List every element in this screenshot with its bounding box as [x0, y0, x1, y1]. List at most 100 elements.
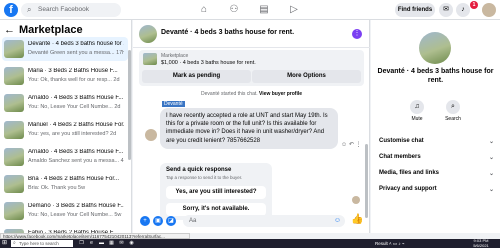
chat-title[interactable]: Devanté · 4 beds 3 baths house for rent. — [161, 29, 294, 36]
image-icon[interactable]: ▣ — [153, 216, 163, 226]
conversation-time: 5w — [78, 185, 86, 191]
messenger-icon[interactable]: ✉ — [439, 3, 453, 17]
section-label: Chat members — [379, 154, 421, 160]
conversation-title: Arnaldo · 4 Beds 3 Baths House F... — [28, 149, 124, 155]
chevron-down-icon: ⌄ — [488, 171, 494, 177]
conversation-item[interactable]: Devanté · 4 beds 3 baths house for ... De… — [2, 37, 128, 61]
quick-response-title: Send a quick response — [166, 167, 232, 173]
listing-label: Marketplace — [161, 53, 189, 59]
reply-icon[interactable]: ↶ — [349, 142, 354, 148]
chat-panel: Devanté · 4 beds 3 baths house for rent.… — [133, 20, 370, 233]
conversation-preview-text: Bria: Ok. Thank you — [28, 185, 77, 191]
conversation-preview: Devanté Green sent you a messa... 17h — [28, 50, 124, 56]
conversation-preview-text: You: Ok, thanks well for our resp... — [28, 77, 112, 83]
privacy-support-item[interactable]: Privacy and support ⌄ — [379, 186, 494, 198]
bell-icon[interactable]: ♪ — [456, 3, 470, 17]
conversation-item[interactable]: Demario · 3 Beds 2 Baths House F... You: … — [2, 199, 128, 223]
listing-card: Marketplace $1,000 · 4 beds 3 baths hous… — [139, 50, 364, 86]
listing-thumbnail[interactable] — [143, 53, 157, 65]
taskbar-clock[interactable]: 9:03 PM 5/6/2021 — [466, 238, 496, 248]
chrome-icon[interactable]: ◉ — [128, 240, 135, 247]
media-files-links-item[interactable]: Media, files and links ⌄ — [379, 170, 494, 182]
more-options-button[interactable]: More Options — [252, 70, 361, 83]
seen-indicator-avatar — [352, 196, 360, 204]
emoji-react-icon[interactable]: ☺ — [341, 142, 347, 148]
message-input[interactable]: Aa ☺ — [183, 215, 345, 227]
watch-icon[interactable]: ▷ — [286, 3, 302, 17]
emoji-icon[interactable]: ☺ — [334, 217, 341, 224]
sidebar-header: ← Marketplace — [4, 24, 83, 36]
conversation-preview: Arnaldo Sanchez sent you a messa... 4d — [28, 158, 124, 164]
edge-icon[interactable]: e — [88, 240, 95, 247]
conversation-preview-text: You: No, Leave Your Cell Numbe... — [28, 104, 113, 110]
mute-action[interactable]: ♫ Mute — [402, 100, 432, 122]
home-icon[interactable]: ⌂ — [196, 3, 212, 17]
marketplace-icon[interactable]: ▤ — [256, 3, 272, 17]
more-icon[interactable]: ⋮ — [352, 29, 362, 39]
conversation-preview-text: Arnaldo Sanchez sent you a messa... — [28, 158, 120, 164]
quick-response-subtitle: Tap a response to send it to the buyer. — [166, 175, 243, 180]
system-tray[interactable]: Result ˄ ▭ ♪ ⌁ — [375, 240, 405, 247]
conversation-preview: You: Ok, thanks well for our resp... 2d — [28, 77, 124, 83]
windows-start-icon[interactable]: ⊞ — [2, 240, 9, 247]
conversation-preview: You: No, Leave Your Cell Numbe... 2d — [28, 104, 124, 110]
conversation-title: Maria · 3 Beds 2 Baths House F... — [28, 68, 118, 74]
view-buyer-profile-link[interactable]: View buyer profile — [259, 91, 302, 97]
conversation-title: Arnaldo · 4 Beds 3 Baths House F... — [28, 95, 124, 101]
facebook-logo[interactable]: f — [4, 3, 18, 17]
chat-scrollbar[interactable] — [365, 144, 368, 218]
conversation-thumbnail — [4, 40, 24, 58]
sidebar-title: Marketplace — [19, 24, 83, 36]
groups-icon[interactable]: ⚇ — [226, 3, 242, 17]
thumbs-up-icon[interactable]: 👍 — [351, 214, 363, 225]
taskbar-search[interactable]: ⌕ Type here to search — [11, 240, 73, 247]
listing-detail[interactable]: $1,000 · 4 beds 3 baths house for rent. — [161, 60, 256, 66]
conversation-time: 2d — [110, 131, 117, 137]
store-icon[interactable]: ▦ — [108, 240, 115, 247]
find-friends-button[interactable]: Find friends — [395, 3, 435, 17]
conversation-item[interactable]: Manuel · 4 Beds 2 Baths House For... You:… — [2, 118, 128, 142]
conversation-item[interactable]: Bria · 4 Beds 2 Baths House For... Bria: … — [2, 172, 128, 196]
conversation-item[interactable]: Arnaldo · 4 Beds 3 Baths House F... You: … — [2, 91, 128, 115]
conversation-preview: Bria: Ok. Thank you 5w — [28, 185, 124, 191]
sidebar-scrollbar[interactable] — [128, 50, 131, 160]
folder-icon[interactable]: ▬ — [98, 240, 105, 247]
search-bar[interactable]: ⌕ Search Facebook — [21, 3, 121, 17]
quick-reply-interested[interactable]: Yes, are you still interested? — [166, 186, 266, 199]
back-arrow-icon[interactable]: ← — [4, 24, 15, 36]
clock-date: 5/6/2021 — [473, 242, 489, 248]
sender-avatar[interactable] — [145, 129, 157, 141]
chat-members-item[interactable]: Chat members ⌄ — [379, 154, 494, 166]
conversation-preview: You: yes, are you still interested? 2d — [28, 131, 124, 137]
conversation-item[interactable]: Maria · 3 Beds 2 Baths House F... You: Ok… — [2, 64, 128, 88]
section-label: Privacy and support — [379, 186, 437, 192]
conversation-item[interactable]: Arnaldo · 4 Beds 3 Baths House F... Arnal… — [2, 145, 128, 169]
conversation-time: 17h — [116, 50, 124, 56]
windows-taskbar: ⊞ ⌕ Type here to search ❐ e ▬ ▦ ✉ ◉ Resu… — [0, 238, 500, 248]
more-dots-icon[interactable]: ⋮ — [356, 142, 362, 148]
tray-result-label: Result — [375, 241, 388, 246]
conversation-item[interactable]: Fabio · 3 Beds 2 Baths House F... — [2, 226, 128, 233]
profile-avatar[interactable] — [482, 3, 496, 17]
bell-icon[interactable]: ♫ — [410, 100, 424, 114]
conversation-thumbnail — [4, 94, 24, 112]
customise-chat-item[interactable]: Customise chat ⌄ — [379, 138, 494, 150]
mark-pending-button[interactable]: Mark as pending — [142, 70, 251, 83]
conversation-sidebar: ← Marketplace Devanté · 4 beds 3 baths ho… — [0, 20, 132, 233]
conversation-time: 2d — [114, 104, 121, 110]
section-label: Media, files and links — [379, 170, 440, 176]
task-view-icon[interactable]: ❐ — [78, 240, 85, 247]
taskbar-search-placeholder: Type here to search — [19, 241, 59, 246]
plus-icon[interactable]: + — [140, 216, 150, 226]
conversation-title: Devanté · 4 beds 3 baths house for ... — [28, 41, 124, 47]
conversation-preview-text: Devanté Green sent you a messa... — [28, 50, 115, 56]
search-action[interactable]: ⌕ Search — [438, 100, 468, 122]
message-actions[interactable]: ☺ ↶ ⋮ — [341, 141, 362, 148]
sticker-icon[interactable]: ◪ — [166, 216, 176, 226]
search-icon[interactable]: ⌕ — [446, 100, 460, 114]
search-input[interactable]: Search Facebook — [38, 6, 89, 13]
mail-icon[interactable]: ✉ — [118, 240, 125, 247]
search-icon: ⌕ — [13, 240, 16, 246]
conversation-thumbnail — [4, 202, 24, 220]
message-bubble: I have recently accepted a role at UNT a… — [160, 108, 338, 149]
